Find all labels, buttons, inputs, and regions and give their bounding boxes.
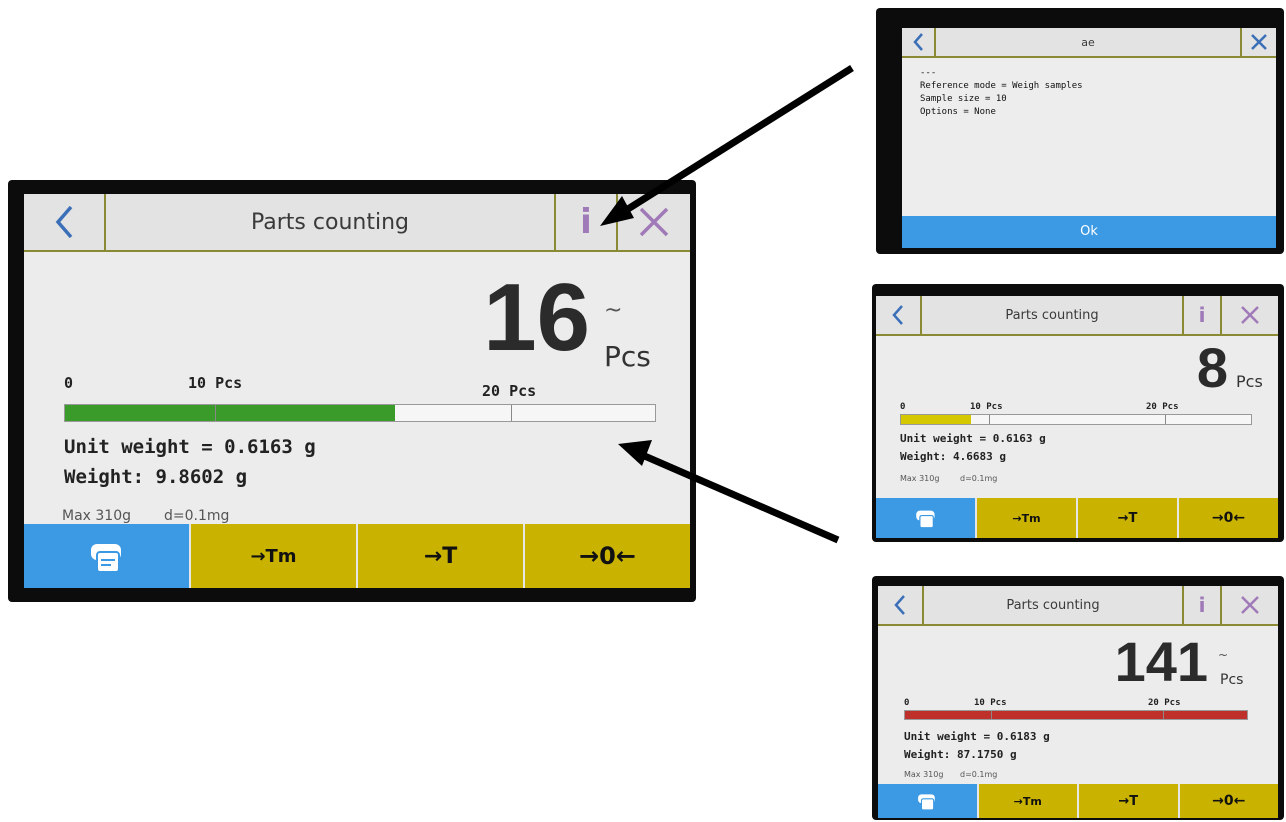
callout-arrows bbox=[600, 65, 854, 544]
arrow-to-progress-bar bbox=[618, 440, 840, 544]
arrow-to-info-button bbox=[600, 65, 854, 226]
